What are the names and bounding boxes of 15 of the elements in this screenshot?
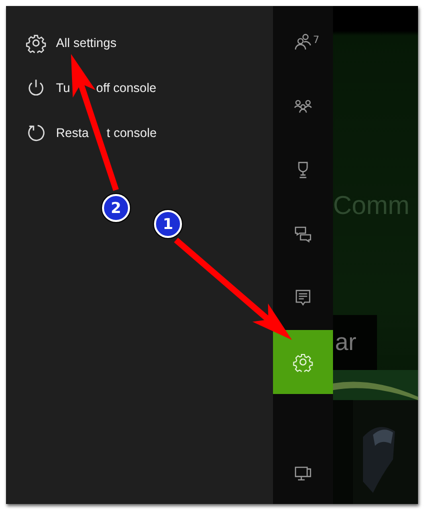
friend-count: 7 xyxy=(313,35,320,46)
tile-label: ar xyxy=(335,328,356,356)
friends-tab[interactable]: 7 xyxy=(273,10,333,74)
settings-icon xyxy=(26,32,46,52)
restart-icon xyxy=(26,122,46,142)
menu-item[interactable]: Resta t console xyxy=(56,126,157,140)
message-icon xyxy=(293,288,313,308)
friends-icon xyxy=(293,32,313,52)
chat-icon xyxy=(293,224,313,244)
settings-icon xyxy=(293,352,313,372)
gear-tab[interactable] xyxy=(273,330,333,394)
menu-item[interactable]: Tu off console xyxy=(56,80,156,94)
content-tile[interactable]: ar xyxy=(333,315,377,370)
menu-item[interactable]: All settings xyxy=(56,36,116,50)
power-icon xyxy=(26,78,46,98)
